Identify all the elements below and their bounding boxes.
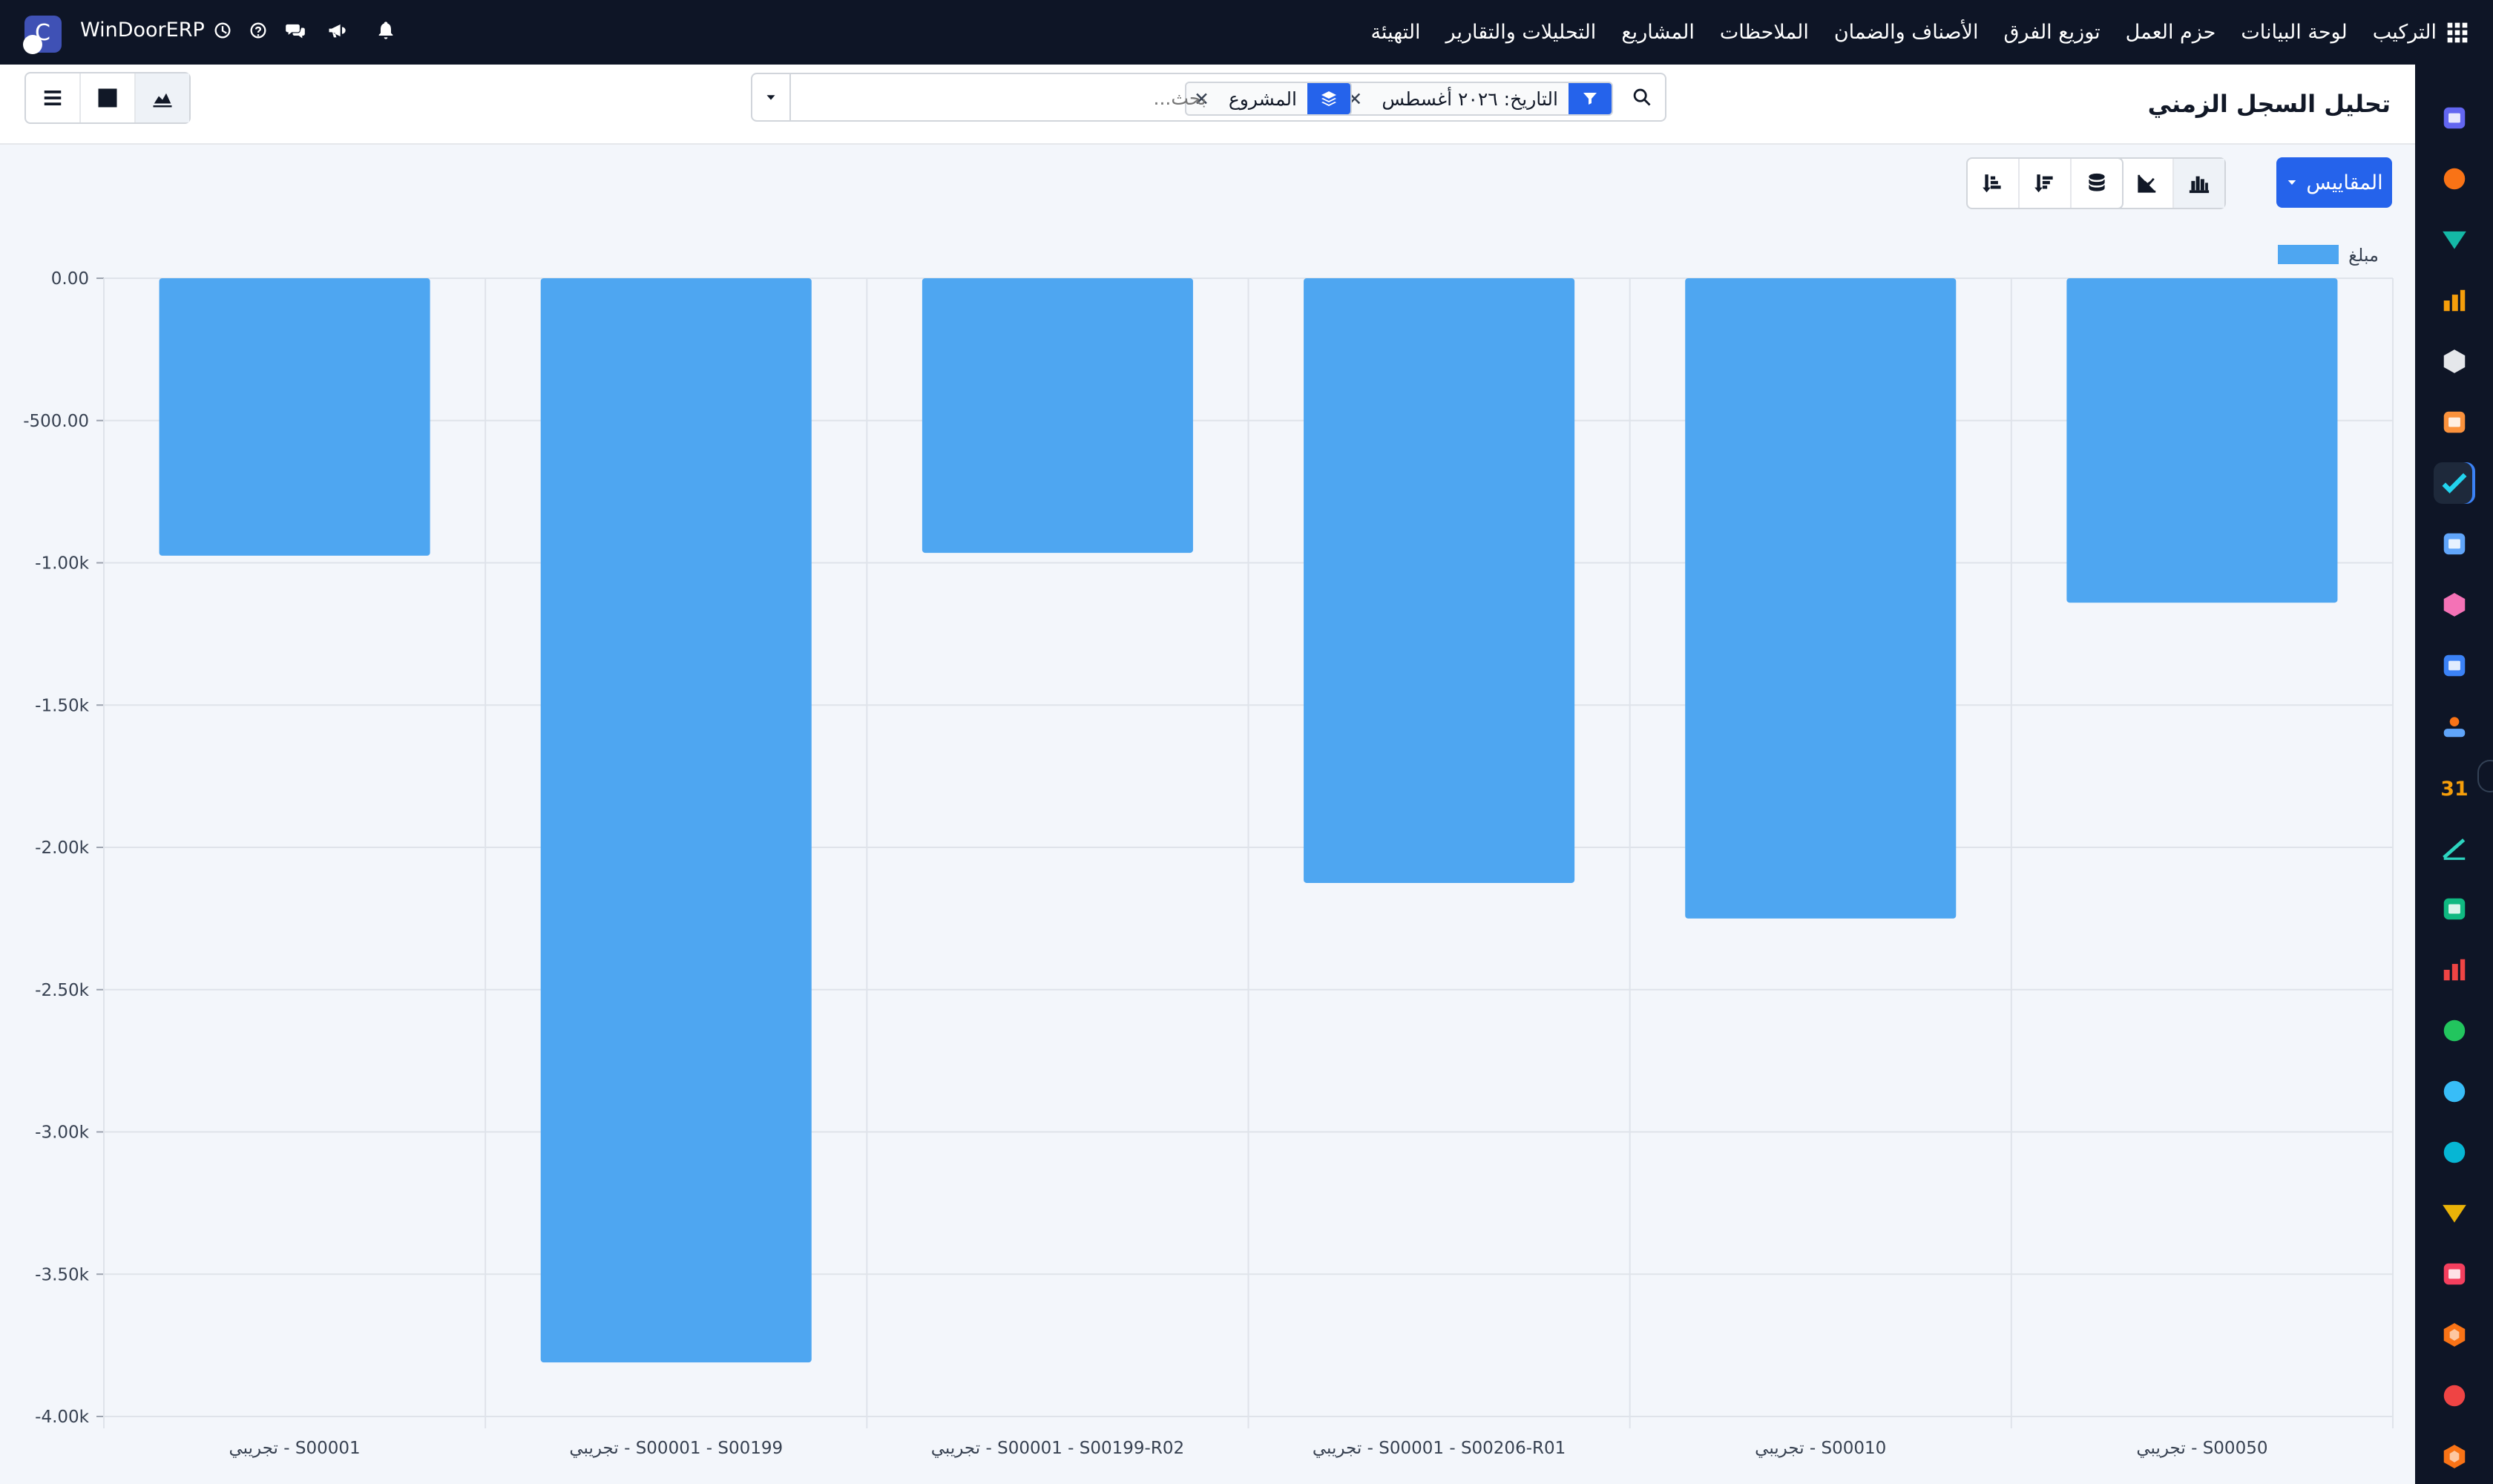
planning-app-icon[interactable] [2434,1375,2475,1416]
help-icon[interactable] [246,18,271,43]
brand-logo[interactable]: C [23,16,62,54]
surveys-app-icon[interactable] [2434,1132,2475,1173]
page-title: تحليل السجل الزمني [2147,90,2391,118]
y-tick-label: -1.00k [35,554,90,574]
timesheet-app-icon[interactable] [2434,462,2475,504]
knowledge-app-icon[interactable] [2434,523,2475,565]
x-category-label: S00001 - تجريبي [229,1439,361,1458]
dashboards-app-icon[interactable] [2434,949,2475,991]
packages-app-icon[interactable] [2434,584,2475,626]
bar[interactable] [159,278,430,556]
caret-down-icon [2288,180,2296,185]
inventory-app-icon[interactable] [2434,341,2475,382]
menu-item-work-packages[interactable]: حزم العمل [2126,21,2216,44]
chart-grid [96,278,2394,1428]
y-tick-label: -500.00 [23,412,89,431]
main-menu: التركيب لوحة البيانات حزم العمل توزيع ال… [1345,0,2493,65]
search-input[interactable] [1057,85,1208,111]
y-tick-label: -2.50k [35,981,90,1000]
sort-ascending-icon[interactable] [1968,159,2020,208]
crm-app-icon[interactable] [2434,219,2475,260]
y-tick-label: -4.00k [35,1408,90,1427]
calendar-app-icon[interactable]: 31 [2434,766,2475,808]
legend-label: مبلغ [2348,245,2379,266]
mail-app-icon[interactable] [2434,97,2475,139]
filter-icon [1569,83,1612,114]
measures-label: المقاييس [2306,171,2383,194]
bell-icon[interactable] [373,18,398,43]
discuss-app-icon[interactable] [2434,158,2475,200]
y-tick-label: 0.00 [51,269,89,289]
y-tick-label: -3.00k [35,1123,90,1143]
measures-dropdown-button[interactable]: المقاييس [2276,157,2392,208]
x-category-label: S00010 - تجريبي [1755,1439,1886,1458]
bar[interactable] [540,278,812,1363]
apps-grid-icon[interactable] [2437,0,2478,65]
reports-app-icon[interactable] [2434,280,2475,321]
brand-name[interactable]: WinDoorERP [80,19,205,42]
chart-y-ticks: 0.00 -500.00 -1.00k -1.50k -2.00k -2.50k -3.00… [23,269,89,1427]
contacts-app-icon[interactable] [2434,888,2475,930]
bar[interactable] [1685,278,1957,919]
search-icon[interactable] [1619,74,1665,120]
chart-options-toggle [1966,157,2124,209]
bar-chart-icon[interactable] [2174,159,2224,208]
bar[interactable] [2066,278,2338,603]
team-app-icon[interactable] [2434,706,2475,747]
bar[interactable] [1304,278,1575,883]
facet-project[interactable]: المشروع ✕ [1184,82,1352,116]
facet-date[interactable]: التاريخ: ٢٠٢٦ أغسطس ✕ [1338,82,1613,116]
search-dropdown-toggle[interactable] [752,74,791,120]
clock-icon[interactable] [210,18,235,43]
telegram-app-icon[interactable] [2434,1192,2475,1234]
menu-item-installation[interactable]: التركيب [2373,21,2437,44]
stacked-icon[interactable] [2072,159,2122,208]
modules-app-icon[interactable] [2434,1314,2475,1356]
menu-item-configuration[interactable]: التهيئة [1370,21,1420,44]
x-category-label: S00001 - S00206-R01 - تجريبي [1313,1439,1566,1458]
archive-app-icon[interactable] [2434,1253,2475,1295]
photos-app-icon[interactable] [2434,401,2475,443]
app-sidebar: 31 [2415,65,2493,1484]
line-chart-icon[interactable] [2122,159,2174,208]
bar-chart: 0.00 -500.00 -1.00k -1.50k -2.00k -2.50k -3.00… [23,245,2394,1458]
menu-item-analytics-reports[interactable]: التحليلات والتقارير [1446,21,1597,44]
menu-item-team-distribution[interactable]: توزيع الفرق [2003,21,2100,44]
sign-app-icon[interactable] [2434,827,2475,869]
whatsapp-app-icon[interactable] [2434,1010,2475,1051]
odoo-app-icon[interactable] [2434,1436,2475,1477]
chart-legend[interactable]: مبلغ [2278,245,2379,266]
clock-app-icon[interactable] [2434,1071,2475,1112]
x-category-label: S00001 - S00199 - تجريبي [569,1439,783,1458]
menu-item-projects[interactable]: المشاريع [1621,21,1695,44]
menu-item-items-warranty[interactable]: الأصناف والضمان [1834,21,1979,44]
svg-text:31: 31 [2440,778,2468,801]
facet-project-label: المشروع [1228,88,1297,110]
list-view-icon[interactable] [26,73,81,122]
y-tick-label: -2.00k [35,838,90,858]
megaphone-icon[interactable] [324,18,349,43]
pivot-view-icon[interactable] [81,73,136,122]
chart-x-labels: S00050 - تجريبي S00010 - تجريبي S00001 - S… [229,1439,2268,1458]
graph-view-icon[interactable] [136,73,189,122]
sort-descending-icon[interactable] [2020,159,2072,208]
control-panel: تحليل السجل الزمني التاريخ: ٢٠٢٦ أغسطس ✕… [0,65,2415,145]
layers-icon [1307,83,1350,114]
legend-swatch [2278,245,2339,264]
x-category-label: S00001 - S00199-R02 - تجريبي [931,1439,1184,1458]
top-navbar: C WinDoorERP التركيب لوحة البيانات حزم ا… [0,0,2493,65]
bar[interactable] [922,278,1193,554]
menu-item-notes[interactable]: الملاحظات [1720,21,1809,44]
y-tick-label: -1.50k [35,696,90,715]
chat-icon[interactable] [283,18,308,43]
facet-date-label: التاريخ: ٢٠٢٦ أغسطس [1382,88,1558,110]
x-category-label: S00050 - تجريبي [2136,1439,2267,1458]
view-switcher [24,72,191,124]
search-box[interactable]: التاريخ: ٢٠٢٦ أغسطس ✕ المشروع ✕ [751,73,1666,122]
sidebar-collapse-handle[interactable] [2477,760,2493,792]
menu-item-dashboard[interactable]: لوحة البيانات [2241,21,2347,44]
y-tick-label: -3.50k [35,1265,90,1284]
invoicing-app-icon[interactable] [2434,645,2475,686]
